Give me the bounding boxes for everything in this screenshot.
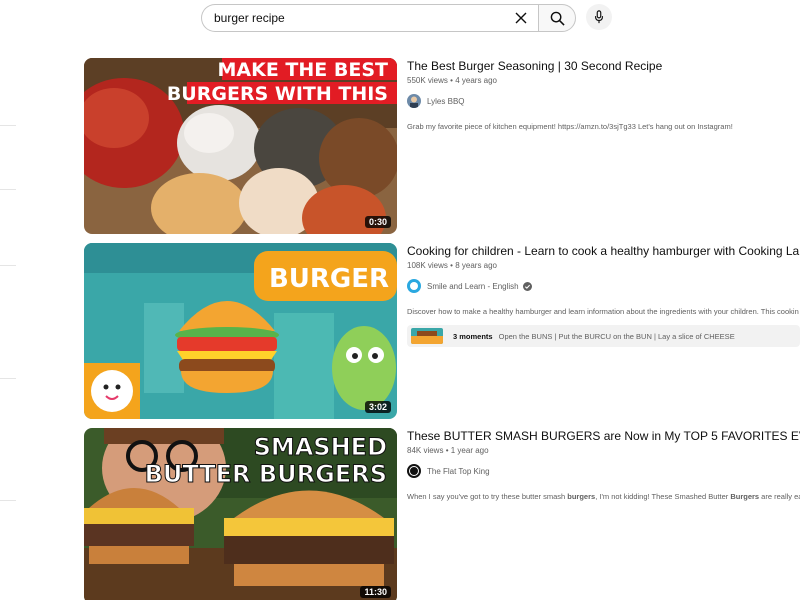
moments-thumbnail[interactable] [411, 328, 443, 344]
video-thumbnail[interactable]: MAKE THE BEST BURGERS WITH THIS 0:30 [84, 58, 397, 234]
sidebar-divider [0, 500, 16, 501]
search-icon [550, 11, 565, 26]
meta-separator: • [450, 76, 453, 85]
moments-count: 3 moments [453, 331, 493, 341]
search-results-page: MAKE THE BEST BURGERS WITH THIS 0:30 The… [0, 0, 800, 600]
thumbnail-image: BURGER [84, 243, 397, 419]
sidebar-divider [0, 378, 16, 379]
video-title[interactable]: These BUTTER SMASH BURGERS are Now in My… [407, 428, 800, 444]
description-highlight: burgers [567, 492, 596, 501]
key-moments[interactable]: 3 moments Open the BUNS | Put the BURCU … [407, 325, 800, 347]
video-duration: 3:02 [364, 401, 391, 413]
voice-search-button[interactable] [586, 4, 612, 30]
mic-icon [594, 10, 604, 24]
thumbnail-caption-line: BURGER [269, 264, 389, 294]
search-bar [201, 4, 576, 32]
search-input[interactable] [214, 11, 512, 25]
sidebar-divider [0, 189, 16, 190]
channel-name[interactable]: Smile and Learn - English [427, 282, 519, 291]
video-description: Grab my favorite piece of kitchen equipm… [407, 122, 733, 131]
upload-age: 4 years ago [455, 76, 498, 85]
channel-avatar[interactable] [407, 279, 421, 293]
video-description: Discover how to make a healthy hamburger… [407, 307, 799, 316]
view-count: 550K views [407, 76, 448, 85]
video-title[interactable]: Cooking for children - Learn to cook a h… [407, 243, 800, 259]
video-info: Cooking for children - Learn to cook a h… [407, 243, 800, 347]
video-thumbnail[interactable]: SMASHED BUTTER BURGERS 11:30 [84, 428, 397, 600]
thumbnail-caption-line: BUTTER BURGERS [145, 460, 387, 488]
meta-separator: • [445, 446, 449, 455]
video-meta: 550K views • 4 years ago [407, 76, 800, 85]
meta-separator: • [450, 261, 453, 270]
description-text: , I'm not kidding! These Smashed Butter [595, 492, 731, 501]
channel-row[interactable]: Smile and Learn - English [407, 279, 800, 293]
search-box [201, 4, 538, 32]
video-result: BURGER 3:02 Cooking for children - Learn… [84, 243, 800, 419]
video-info: The Best Burger Seasoning | 30 Second Re… [407, 58, 800, 131]
channel-row[interactable]: Lyles BBQ [407, 94, 800, 108]
video-info: These BUTTER SMASH BURGERS are Now in My… [407, 428, 800, 501]
view-count: 108K views [407, 261, 448, 270]
thumbnail-image: SMASHED BUTTER BURGERS [84, 428, 397, 600]
thumbnail-caption-line: SMASHED [254, 433, 387, 461]
channel-name[interactable]: The Flat Top King [427, 467, 490, 476]
video-meta: 108K views • 8 years ago [407, 261, 800, 270]
verified-icon [522, 281, 532, 291]
channel-row[interactable]: The Flat Top King [407, 464, 800, 478]
video-duration: 11:30 [360, 586, 391, 598]
video-duration: 0:30 [364, 216, 391, 228]
video-description: When I say you've got to try these butte… [407, 492, 800, 501]
description-highlight: Burgers [730, 492, 760, 501]
channel-name[interactable]: Lyles BBQ [427, 97, 465, 106]
video-result: SMASHED BUTTER BURGERS 11:30 These BUTTE… [84, 428, 800, 600]
search-button[interactable] [538, 4, 576, 32]
thumbnail-caption-line: MAKE THE BEST [218, 59, 389, 81]
thumbnail-image: MAKE THE BEST BURGERS WITH THIS [84, 58, 397, 234]
description-text: When I say you've got to try these butte… [407, 492, 568, 501]
upload-age: 1 year ago [450, 446, 489, 455]
view-count: 84K views [407, 446, 444, 455]
video-thumbnail[interactable]: BURGER 3:02 [84, 243, 397, 419]
thumbnail-caption-line: BURGERS WITH THIS [167, 83, 388, 105]
video-title[interactable]: The Best Burger Seasoning | 30 Second Re… [407, 58, 800, 74]
close-icon [515, 12, 527, 24]
channel-avatar[interactable] [407, 464, 421, 478]
video-meta: 84K views • 1 year ago [407, 446, 800, 455]
video-result: MAKE THE BEST BURGERS WITH THIS 0:30 The… [84, 58, 800, 234]
upload-age: 8 years ago [455, 261, 498, 270]
channel-avatar[interactable] [407, 94, 421, 108]
sidebar-divider [0, 265, 16, 266]
sidebar-divider [0, 125, 16, 126]
moments-list: Open the BUNS | Put the BURCU on the BUN… [498, 331, 735, 341]
description-text: are really easy [761, 492, 800, 501]
clear-search-button[interactable] [512, 9, 530, 27]
